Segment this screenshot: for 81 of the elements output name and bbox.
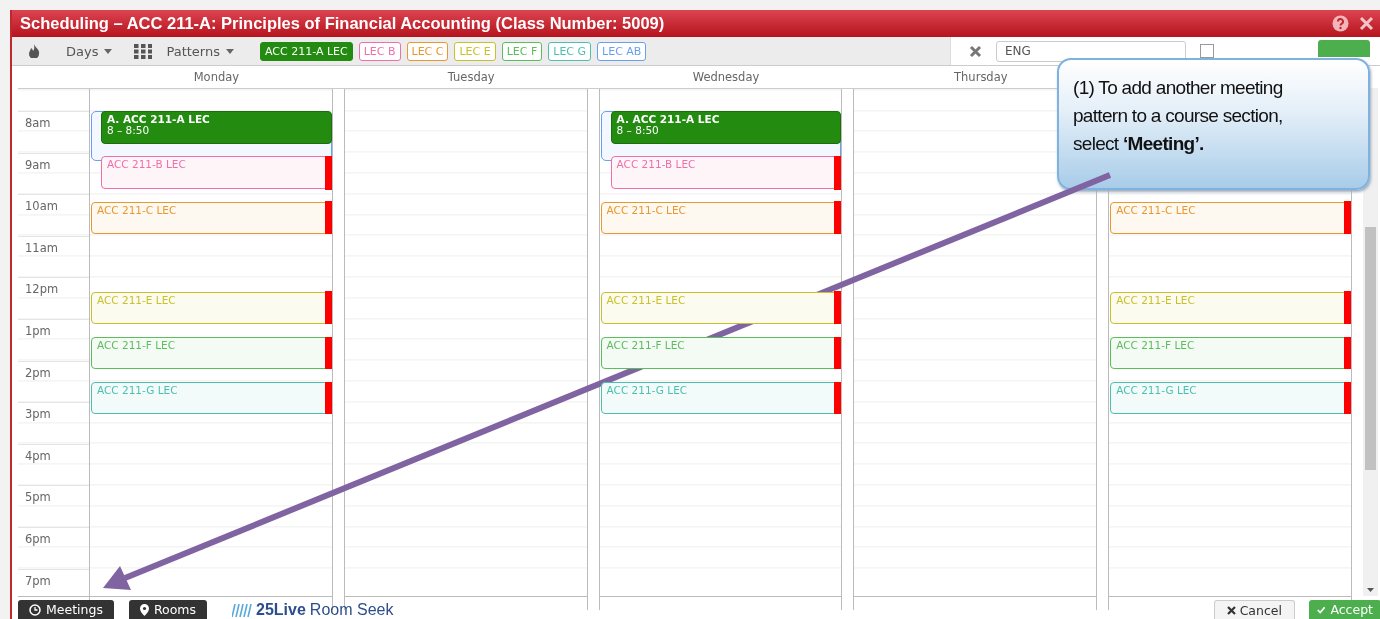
hour-label: 11am: [18, 235, 89, 278]
logo-brand: 25Live: [256, 601, 306, 619]
event-block[interactable]: ACC 211-G LEC: [600, 382, 842, 414]
hour-label: 10am: [18, 194, 89, 236]
hour-label: 4pm: [18, 443, 89, 486]
pattern-chip[interactable]: LEC AB: [597, 41, 647, 61]
event-block[interactable]: ACC 211-C LEC: [600, 201, 842, 234]
event-title: A. ACC 211-A LEC: [616, 114, 721, 125]
event-title: ACC 211-F LEC: [97, 340, 177, 351]
event-title: ACC 211-C LEC: [97, 204, 178, 216]
event-title: ACC 211-B LEC: [107, 159, 187, 171]
pattern-chip[interactable]: LEC C: [406, 41, 449, 61]
cancel-button[interactable]: Cancel: [1213, 600, 1295, 619]
pattern-chip[interactable]: LEC E: [454, 41, 496, 61]
event-block[interactable]: ACC 211-F LEC: [600, 337, 842, 369]
event-block[interactable]: ACC 211-G LEC: [1110, 382, 1351, 414]
pin-icon: [139, 603, 149, 616]
hour-label: 6pm: [18, 526, 89, 569]
event-title: ACC 211-E LEC: [606, 294, 687, 306]
check-icon: [1317, 604, 1326, 615]
hour-label: 3pm: [18, 402, 89, 444]
event-block[interactable]: ACC 211-E LEC: [600, 291, 842, 324]
hour-label: 8am: [18, 111, 89, 153]
scroll-thumb[interactable]: [1365, 227, 1376, 470]
event-title: ACC 211-B LEC: [616, 159, 697, 171]
event-block[interactable]: ACC 211-B LEC: [101, 156, 332, 190]
accept-button[interactable]: Accept: [1309, 600, 1380, 619]
event-title: ACC 211-G LEC: [1116, 385, 1198, 397]
event-title: ACC 211-C LEC: [1116, 204, 1197, 216]
hour-label: 12pm: [18, 277, 89, 319]
patterns-menu[interactable]: Patterns: [158, 43, 242, 59]
day-header: Tuesday: [446, 69, 496, 86]
event-title: ACC 211-G LEC: [606, 385, 689, 397]
hour-label: 2pm: [18, 360, 89, 403]
event-title: ACC 211-F LEC: [606, 340, 686, 351]
day-header: Wednesday: [691, 69, 761, 86]
help-icon[interactable]: [1332, 15, 1349, 32]
event-time: 8 – 8:50: [107, 125, 151, 136]
rooms-button[interactable]: Rooms: [128, 600, 208, 619]
window-title: Scheduling – ACC 211-A: Principles of Financial Accounting (Class Number: 5009): [20, 14, 666, 33]
scroll-down-icon[interactable]: [1367, 588, 1374, 592]
event-title: ACC 211-F LEC: [1116, 340, 1196, 351]
event-block[interactable]: ACC 211-E LEC: [91, 291, 332, 324]
event-block[interactable]: A. ACC 211-A LEC 8 – 8:50: [610, 111, 842, 145]
event-title: ACC 211-G LEC: [97, 385, 179, 397]
checkbox[interactable]: [1200, 44, 1214, 58]
event-block[interactable]: ACC 211-F LEC: [1110, 337, 1351, 369]
event-block[interactable]: ACC 211-F LEC: [91, 337, 332, 369]
day-header: Monday: [192, 69, 241, 86]
clear-icon[interactable]: [969, 44, 982, 58]
event-block[interactable]: A. ACC 211-A LEC 8 – 8:50: [101, 111, 332, 145]
close-icon: [1226, 605, 1236, 615]
close-icon[interactable]: [1359, 16, 1374, 31]
callout-text: (1) To add another meeting pattern to a course section, select ‘Meeting’.: [1073, 77, 1283, 154]
event-block[interactable]: ACC 211-B LEC: [610, 156, 842, 190]
event-block[interactable]: ACC 211-C LEC: [1110, 201, 1351, 234]
event-block[interactable]: ACC 211-E LEC: [1110, 291, 1351, 324]
pattern-chip[interactable]: LEC F: [501, 41, 543, 61]
event-title: ACC 211-E LEC: [97, 294, 177, 306]
grid-icon[interactable]: [134, 43, 153, 59]
pattern-chip[interactable]: ACC 211-A LEC: [260, 41, 353, 61]
logo-product: Room Seek: [309, 601, 394, 619]
event-time: 8 – 8:50: [616, 125, 660, 136]
pattern-chip[interactable]: LEC B: [358, 41, 401, 61]
event-title: A. ACC 211-A LEC: [107, 114, 211, 125]
pattern-chip[interactable]: LEC G: [548, 41, 592, 61]
flame-icon[interactable]: [28, 44, 40, 58]
caret-icon: [104, 48, 113, 54]
meetings-button[interactable]: Meetings: [18, 600, 114, 619]
event-title: ACC 211-E LEC: [1116, 294, 1196, 306]
clock-icon: [29, 603, 41, 616]
logo-icon: [232, 603, 253, 617]
event-title: ACC 211-C LEC: [606, 204, 687, 216]
event-block[interactable]: ACC 211-G LEC: [91, 382, 332, 414]
caret-icon: [226, 48, 234, 54]
hour-label: 5pm: [18, 485, 89, 527]
event-block[interactable]: ACC 211-C LEC: [91, 201, 332, 234]
hour-label: 1pm: [18, 318, 89, 361]
scrollbar[interactable]: [1363, 88, 1378, 596]
hour-label: 9am: [18, 152, 89, 195]
days-menu[interactable]: Days: [58, 43, 121, 59]
